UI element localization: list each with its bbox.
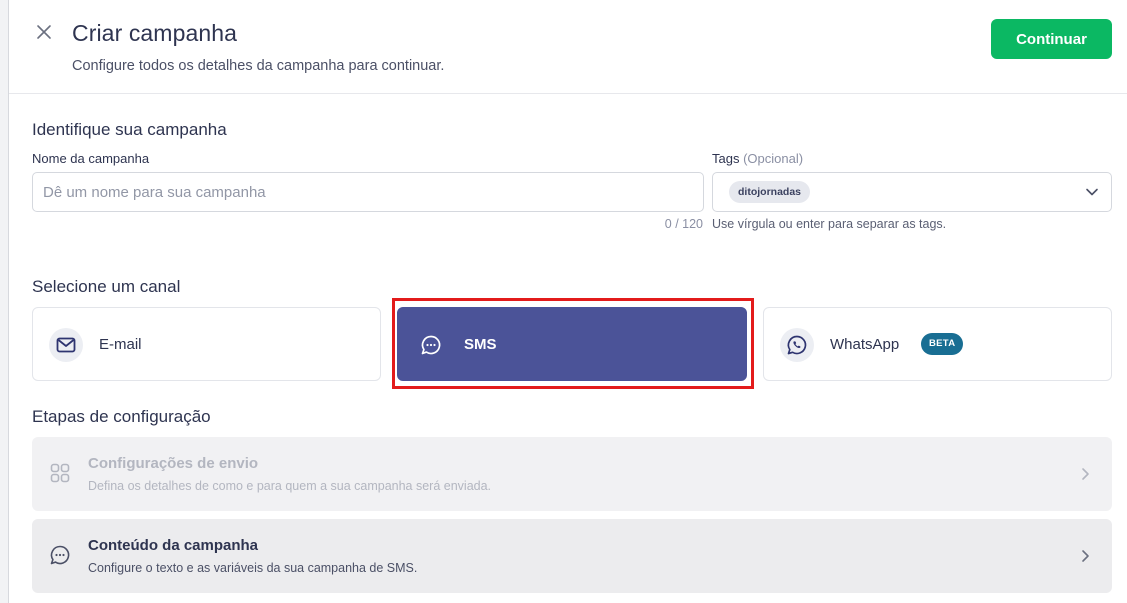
background-page-strip: . <box>0 0 9 603</box>
tags-label-text: Tags <box>712 151 740 166</box>
step-description: Configure o texto e as variáveis da sua … <box>88 561 418 575</box>
whatsapp-icon <box>780 328 814 362</box>
campaign-name-label: Nome da campanha <box>32 151 150 166</box>
chevron-down-icon[interactable] <box>1085 185 1099 199</box>
page-title: Criar campanha <box>72 20 238 46</box>
steps-section-title: Etapas de configuração <box>32 407 211 426</box>
mail-icon <box>49 328 83 362</box>
step-title: Conteúdo da campanha <box>88 537 259 554</box>
channel-label-email: E-mail <box>99 336 142 353</box>
identify-section-title: Identifique sua campanha <box>32 120 227 139</box>
channel-option-sms[interactable]: SMS <box>397 307 747 381</box>
tags-select[interactable]: ditojornadas <box>712 172 1112 212</box>
tags-optional-text: (Opcional) <box>743 151 804 166</box>
tags-hint: Use vírgula ou enter para separar as tag… <box>712 217 947 231</box>
chevron-right-icon[interactable] <box>1078 548 1092 564</box>
char-counter: 0 / 120 <box>664 217 703 231</box>
step-description: Defina os detalhes de como e para quem a… <box>88 479 492 493</box>
channel-option-email[interactable]: E-mail <box>32 307 381 381</box>
chat-bubble-icon <box>414 328 448 362</box>
channel-section-title: Selecione um canal <box>32 277 181 296</box>
step-campaign-content[interactable]: Conteúdo da campanha Configure o texto e… <box>32 519 1112 593</box>
tag-chip[interactable]: ditojornadas <box>729 181 811 203</box>
channel-label-whatsapp: WhatsApp <box>830 336 900 353</box>
grid-icon <box>49 462 71 484</box>
close-icon[interactable] <box>34 22 54 42</box>
continue-button[interactable]: Continuar <box>991 19 1112 59</box>
channel-label-sms: SMS <box>464 336 497 353</box>
page-subtitle: Configure todos os detalhes da campanha … <box>72 58 445 74</box>
chevron-right-icon <box>1078 466 1092 482</box>
modal-header: Criar campanha Configure todos os detalh… <box>9 0 1127 94</box>
tags-label: Tags (Opcional) <box>712 151 803 166</box>
channel-option-whatsapp[interactable]: WhatsApp BETA <box>763 307 1112 381</box>
campaign-name-input[interactable] <box>32 172 704 212</box>
chat-bubble-icon <box>49 544 71 566</box>
step-send-settings: Configurações de envio Defina os detalhe… <box>32 437 1112 511</box>
step-title: Configurações de envio <box>88 455 259 472</box>
beta-badge: BETA <box>921 333 964 355</box>
